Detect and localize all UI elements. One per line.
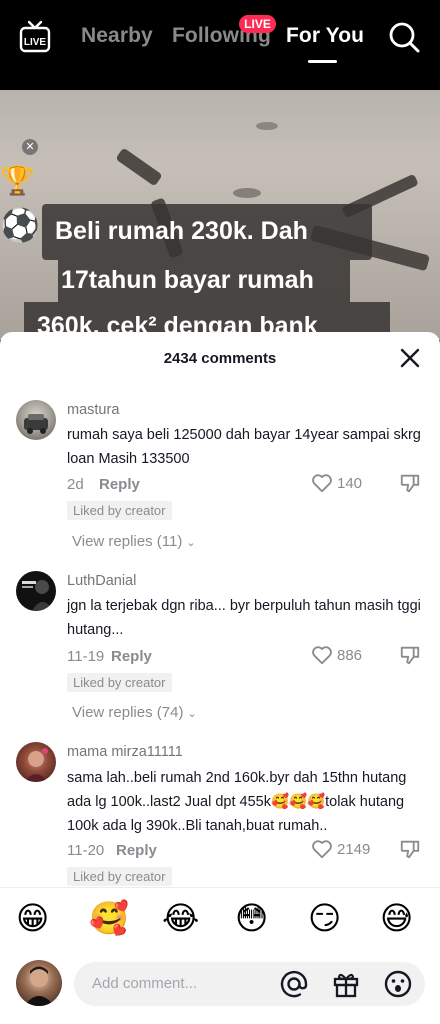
comment-text: sama lah..beli rumah 2nd 160k.byr dah 15… <box>67 770 407 834</box>
tab-nearby[interactable]: Nearby <box>81 24 153 48</box>
fan-blade <box>115 147 163 187</box>
live-badge: LIVE <box>239 15 276 33</box>
close-sticker-icon[interactable]: ✕ <box>22 139 38 155</box>
comments-sheet: 2434 comments mastura rumah saya beli 12… <box>0 332 440 1024</box>
trophy-icon: 🏆 <box>0 165 35 196</box>
dislike-icon[interactable] <box>399 472 421 494</box>
ceiling-light <box>256 122 278 130</box>
search-icon[interactable] <box>387 20 421 54</box>
video-caption-line: 17tahun bayar rumah <box>61 266 314 294</box>
like-count: 886 <box>337 647 363 664</box>
view-replies-label: View replies (11) <box>72 533 183 550</box>
emoji-smirk[interactable]: 😏 <box>308 900 341 936</box>
comment-username[interactable]: mama mirza11111 <box>67 744 183 760</box>
my-avatar[interactable] <box>16 960 62 1006</box>
heart-icon[interactable] <box>311 644 333 666</box>
live-icon-label: LIVE <box>24 37 47 48</box>
gift-icon[interactable] <box>331 969 361 999</box>
soccer-ball-icon: ⚽ <box>0 207 40 243</box>
reply-button[interactable]: Reply <box>111 648 152 665</box>
avatar[interactable] <box>16 400 56 440</box>
comment-time: 11-20 <box>67 842 105 859</box>
video-caption-line: Beli rumah 230k. Dah <box>55 217 308 245</box>
view-replies-button[interactable]: View replies (74) ⌄ <box>72 704 197 721</box>
reply-button[interactable]: Reply <box>116 842 157 859</box>
liked-by-creator-badge: Liked by creator <box>67 501 172 520</box>
at-icon[interactable] <box>279 969 309 999</box>
tab-for-you[interactable]: For You <box>286 24 364 48</box>
emoji-sweat-smile[interactable]: 😅 <box>380 900 413 936</box>
comment-input-placeholder[interactable]: Add comment... <box>92 975 197 992</box>
dislike-icon[interactable] <box>399 644 421 666</box>
active-tab-indicator <box>308 60 337 63</box>
divider <box>0 887 440 888</box>
comment-time: 11-19 <box>67 648 105 665</box>
emoji-flushed[interactable]: 😳 <box>235 900 268 936</box>
comment-username[interactable]: mastura <box>67 402 119 418</box>
emoji-icon[interactable] <box>383 969 413 999</box>
view-replies-button[interactable]: View replies (11) ⌄ <box>72 533 196 550</box>
emoji-smiling-hearts[interactable]: 🥰 <box>89 900 129 936</box>
comment-text: rumah saya beli 125000 dah bayar 14year … <box>67 427 421 467</box>
avatar[interactable] <box>16 571 56 611</box>
emoji-grin[interactable]: 😁 <box>16 900 49 936</box>
comment-count: 2434 comments <box>163 350 277 367</box>
reply-button[interactable]: Reply <box>99 476 140 493</box>
chevron-down-icon: ⌄ <box>186 537 196 549</box>
heart-icon[interactable] <box>311 472 333 494</box>
view-replies-label: View replies (74) <box>72 704 184 721</box>
live-icon[interactable]: LIVE <box>18 20 52 54</box>
like-count: 2149 <box>337 841 371 858</box>
emoji-tears-of-joy[interactable]: 😂 <box>162 900 199 936</box>
chevron-down-icon: ⌄ <box>187 708 197 720</box>
liked-by-creator-badge: Liked by creator <box>67 673 172 692</box>
top-nav-bar: LIVE Nearby Following LIVE For You <box>0 0 440 90</box>
dislike-icon[interactable] <box>399 838 421 860</box>
close-icon[interactable] <box>399 347 421 369</box>
liked-by-creator-badge: Liked by creator <box>67 867 172 886</box>
like-count: 140 <box>337 475 363 492</box>
heart-icon[interactable] <box>311 838 333 860</box>
comment-time: 2d <box>67 476 84 493</box>
video-preview[interactable]: ✕ 🏆 ⚽ Beli rumah 230k. Dah 17tahun bayar… <box>0 90 440 340</box>
avatar[interactable] <box>16 742 56 782</box>
comment-text: jgn la terjebak dgn riba... byr berpuluh… <box>67 598 421 638</box>
comment-username[interactable]: LuthDanial <box>67 573 136 589</box>
ceiling-light <box>233 188 261 198</box>
